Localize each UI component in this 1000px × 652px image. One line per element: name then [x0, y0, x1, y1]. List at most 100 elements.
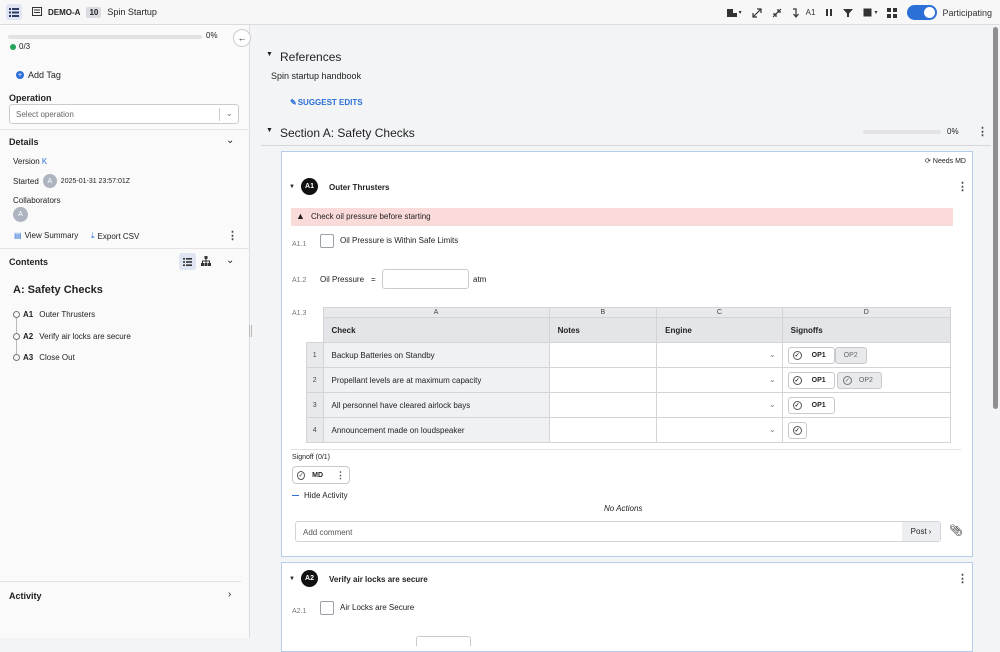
- notes-cell[interactable]: [548, 342, 658, 368]
- signoff-check-button[interactable]: ✓ OP1: [787, 346, 835, 364]
- list-view-toggle[interactable]: [179, 253, 196, 270]
- version-value[interactable]: K: [42, 157, 47, 166]
- check-circle-icon: ✓: [842, 375, 852, 385]
- contents-chevron-icon[interactable]: ⌄: [226, 255, 234, 266]
- step-caret-icon[interactable]: ▼: [289, 576, 295, 582]
- section-caret-icon[interactable]: ▼: [266, 127, 273, 134]
- column-header: Engine: [656, 317, 783, 343]
- needs-md-indicator: ⟳ Needs MD: [925, 157, 966, 166]
- contents-item-label: Verify air locks are secure: [39, 331, 131, 341]
- contents-item[interactable]: A3 Close Out: [13, 353, 75, 362]
- contents-item[interactable]: A2 Verify air locks are secure: [13, 332, 131, 341]
- warning-banner: ▲ Check oil pressure before starting: [291, 208, 953, 226]
- signoff-op2-button[interactable]: OP2: [834, 346, 867, 364]
- step-more-icon[interactable]: ⋮: [957, 572, 968, 585]
- signoff-role: OP1: [811, 376, 826, 384]
- post-label: Post: [910, 527, 927, 536]
- collaborators-label: Collaborators: [13, 196, 61, 205]
- references-caret-icon[interactable]: ▼: [266, 51, 273, 58]
- checkbox-label: Oil Pressure is Within Safe Limits: [340, 236, 459, 245]
- scrollbar-thumb[interactable]: [993, 27, 998, 409]
- download-icon: ⤓: [91, 231, 95, 240]
- top-bar: DEMO-A 10 Spin Startup ▾ A1 ▾ Participat…: [0, 0, 1000, 25]
- participating-label: Participating: [942, 7, 992, 18]
- layout-icon: [726, 8, 737, 17]
- participating-toggle[interactable]: Participating: [907, 5, 992, 20]
- chevron-right-icon[interactable]: ›: [228, 589, 231, 600]
- view-summary-button[interactable]: ▤ View Summary: [14, 231, 78, 240]
- expand-icon[interactable]: [752, 7, 762, 18]
- checkbox[interactable]: [320, 234, 334, 248]
- collapse-icon[interactable]: [772, 8, 782, 18]
- layout-dropdown-button[interactable]: ▾: [726, 8, 742, 18]
- suggest-edits-button[interactable]: ✎ SUGGEST EDITS: [290, 98, 363, 107]
- chevron-right-icon: ›: [928, 527, 932, 536]
- export-csv-button[interactable]: ⤓ Export CSV: [91, 231, 139, 241]
- check-cell: Propellant levels are at maximum capacit…: [322, 367, 550, 393]
- started-value: 2025-01-31 23:57:01Z: [60, 177, 131, 185]
- operation-select[interactable]: Select operation ⌄: [9, 104, 239, 124]
- activity-header[interactable]: Activity: [9, 591, 42, 601]
- signoffs-cell: ✓: [781, 417, 952, 443]
- md-signoff-button[interactable]: ✓ MD ⋮: [292, 466, 350, 484]
- details-chevron-icon[interactable]: ⌄: [226, 135, 234, 146]
- view-summary-label: View Summary: [24, 231, 79, 240]
- references-title: References: [280, 50, 342, 64]
- list-view-icon[interactable]: [6, 4, 22, 20]
- engine-select[interactable]: ⌄: [656, 417, 783, 443]
- scrollbar[interactable]: [991, 25, 1000, 638]
- engine-select[interactable]: ⌄: [656, 392, 783, 418]
- tree-view-icon[interactable]: [201, 256, 211, 268]
- needs-label: Needs MD: [932, 157, 966, 165]
- step-more-icon[interactable]: ⋮: [957, 180, 968, 193]
- post-button[interactable]: Post ›: [902, 522, 940, 541]
- sidebar: 0% ← 0/3 + Add Tag Operation Select oper…: [0, 25, 251, 638]
- references-item[interactable]: Spin startup handbook: [271, 71, 361, 81]
- signoff-role: OP2: [858, 376, 873, 384]
- comment-input[interactable]: Add comment Post ›: [295, 521, 941, 542]
- signoff-op2-button[interactable]: ✓ OP2: [836, 371, 882, 389]
- toggle-switch[interactable]: [907, 5, 938, 20]
- details-header[interactable]: Details: [9, 137, 39, 147]
- collapse-sidebar-button[interactable]: ←: [233, 29, 251, 47]
- oil-pressure-input[interactable]: [382, 269, 469, 289]
- resize-handle[interactable]: [249, 325, 252, 337]
- status-dot-icon: [10, 43, 16, 50]
- file-icon: ▤: [14, 231, 22, 240]
- engine-select[interactable]: ⌄: [656, 342, 783, 368]
- chevron-down-icon: ⌄: [768, 350, 776, 359]
- pencil-icon: ✎: [290, 98, 297, 107]
- step-caret-icon[interactable]: ▼: [289, 184, 295, 190]
- collaborator-avatar[interactable]: A: [13, 207, 28, 222]
- stop-dropdown-button[interactable]: ▾: [863, 8, 877, 17]
- signoff-check-button[interactable]: ✓: [787, 421, 807, 439]
- engine-select[interactable]: ⌄: [656, 367, 783, 393]
- row-number: 2: [306, 367, 324, 393]
- checkbox[interactable]: [320, 601, 334, 615]
- more-options-icon[interactable]: ⋮: [227, 229, 238, 242]
- contents-item[interactable]: A1 Outer Thrusters: [13, 310, 95, 319]
- pause-icon[interactable]: [825, 8, 833, 17]
- signoff-check-button[interactable]: ✓ OP1: [787, 371, 835, 389]
- section-more-icon[interactable]: ⋮: [977, 125, 988, 138]
- chevron-down-icon: ⌄: [768, 425, 776, 434]
- notes-cell[interactable]: [548, 367, 658, 393]
- signoff-check-button[interactable]: ✓ OP1: [787, 396, 835, 414]
- unit-label: atm: [473, 275, 487, 284]
- status-circle-icon: [13, 311, 20, 318]
- filter-icon[interactable]: [843, 8, 854, 18]
- signoff-more-icon[interactable]: ⋮: [336, 470, 345, 481]
- status-circle-icon: [13, 354, 20, 361]
- signoff-label: Signoff (0/1): [292, 454, 331, 461]
- signoff-role: MD: [312, 471, 323, 479]
- contents-section-title[interactable]: A: Safety Checks: [13, 284, 103, 296]
- version-label: Version: [13, 157, 40, 166]
- grid-icon[interactable]: [887, 7, 898, 18]
- notes-cell[interactable]: [548, 392, 658, 418]
- notes-cell[interactable]: [548, 417, 658, 443]
- hide-activity-button[interactable]: Hide Activity: [292, 491, 348, 500]
- signoffs-cell: ✓ OP1 ✓ OP2: [781, 367, 952, 393]
- jump-to-step-button[interactable]: A1: [792, 7, 815, 18]
- add-tag-button[interactable]: + Add Tag: [16, 70, 61, 80]
- paperclip-icon[interactable]: 📎︎: [949, 524, 963, 537]
